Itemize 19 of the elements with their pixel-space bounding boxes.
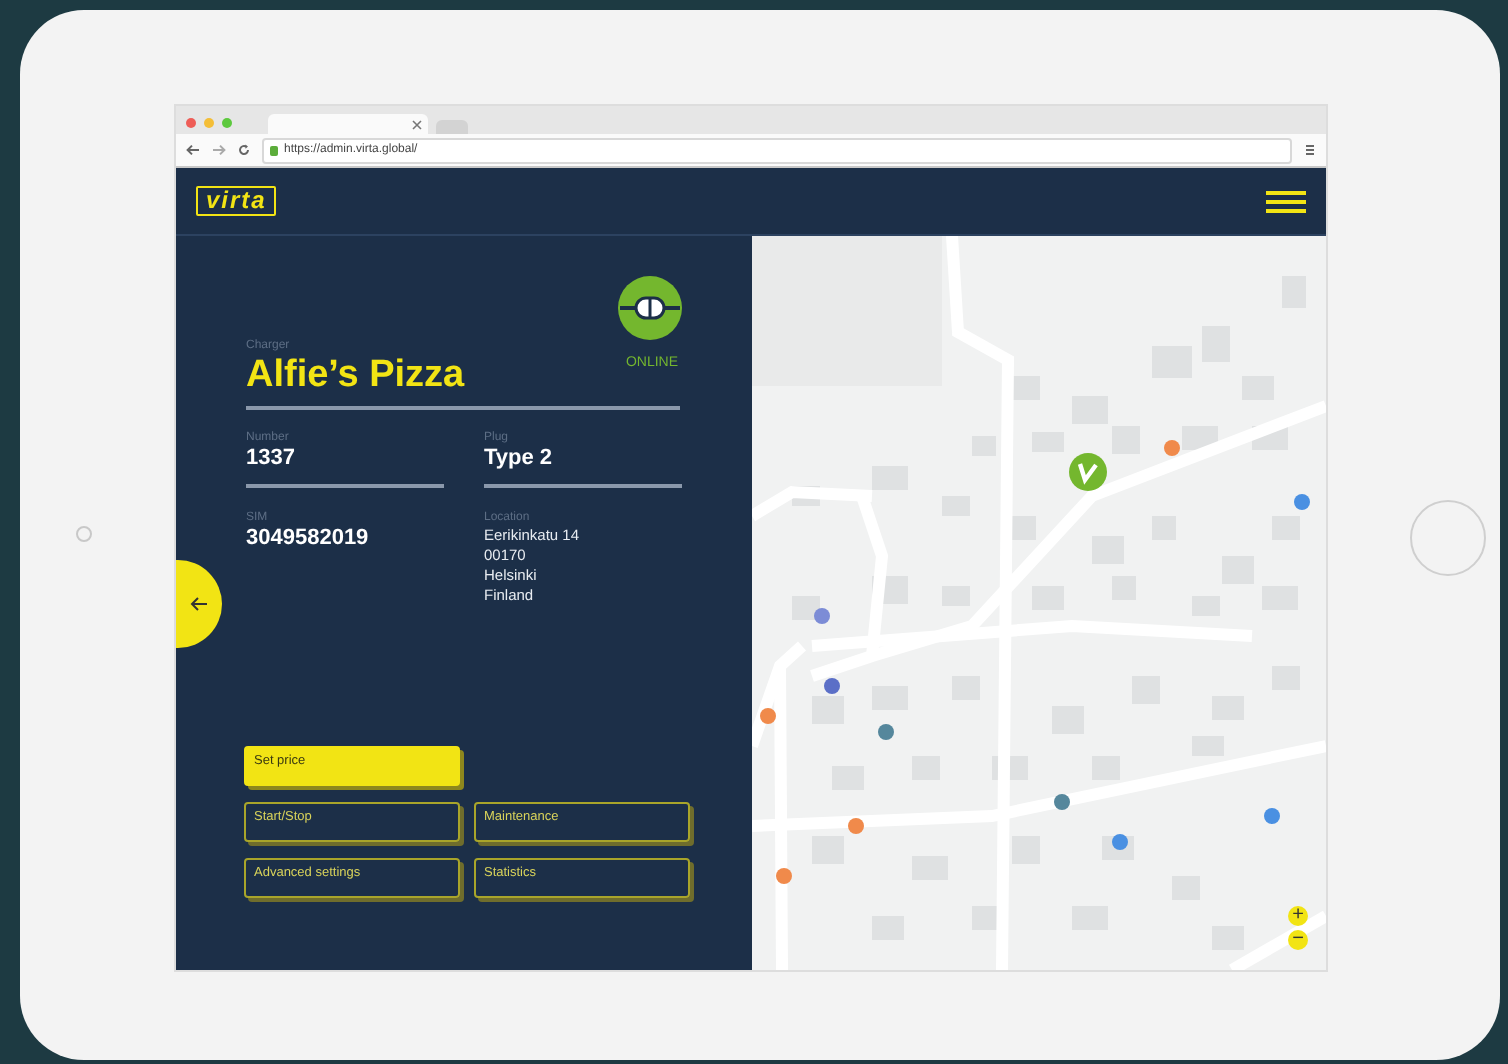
camera-icon — [76, 526, 92, 542]
maximize-window-icon[interactable] — [222, 118, 232, 128]
back-icon[interactable] — [186, 144, 200, 156]
home-button[interactable] — [1409, 500, 1485, 576]
forward-icon[interactable] — [212, 144, 226, 156]
field-value: Type 2 — [484, 446, 555, 472]
field-value: 3049582019 — [246, 526, 371, 552]
logo[interactable]: virta — [196, 186, 277, 216]
close-tab-icon[interactable] — [412, 120, 422, 130]
charger-name: Alfie’s Pizza — [246, 354, 465, 398]
field-value: 1337 — [246, 446, 297, 472]
back-arrow-icon — [190, 596, 208, 612]
minimize-window-icon[interactable] — [204, 118, 214, 128]
lock-icon — [270, 145, 278, 155]
menu-icon[interactable] — [1304, 144, 1316, 156]
charger-marker-icon[interactable] — [1068, 452, 1108, 492]
reload-icon[interactable] — [238, 144, 250, 156]
back-button[interactable] — [176, 560, 222, 648]
close-window-icon[interactable] — [186, 118, 196, 128]
